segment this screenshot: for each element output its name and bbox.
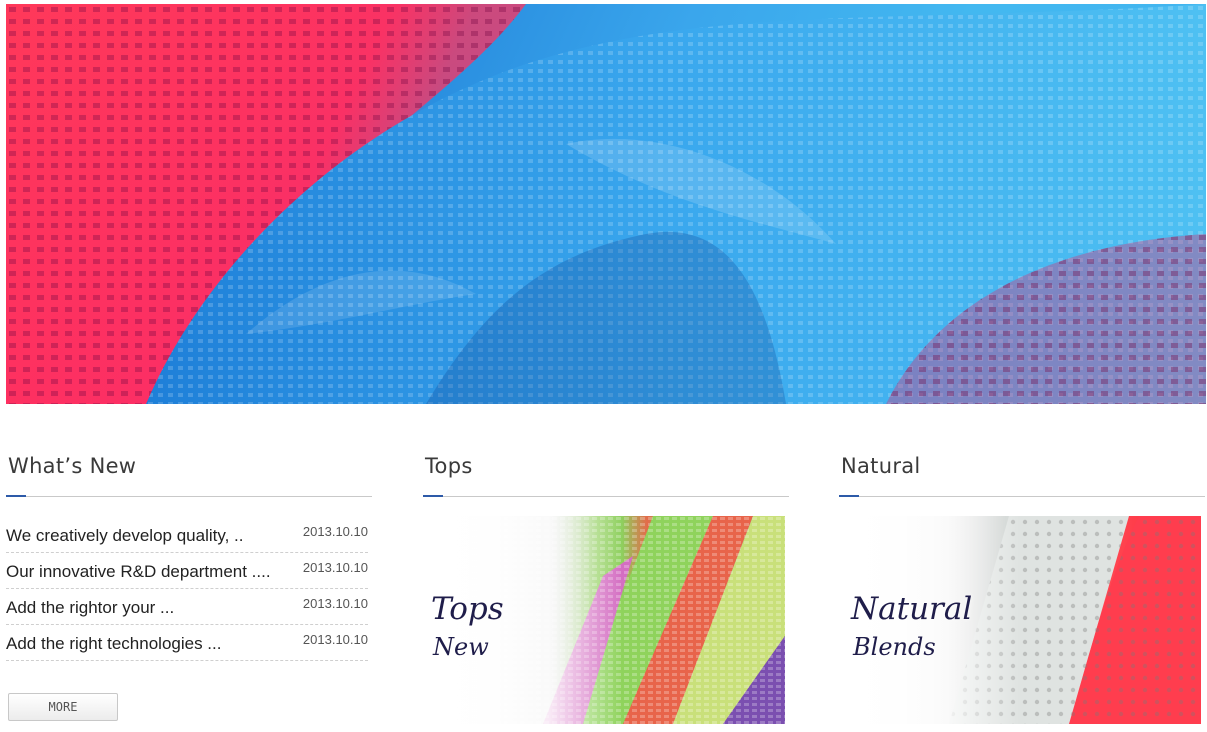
news-date: 2013.10.10 [302,596,368,611]
tops-section: Tops Tops New [423,440,789,724]
news-title[interactable]: Add the right technologies ... [6,634,221,654]
caption-line-1: Tops [431,591,504,627]
lace-fabric-image [6,4,1206,404]
news-date: 2013.10.10 [302,632,368,647]
caption-line-2: New [433,633,489,661]
news-title[interactable]: Our innovative R&D department .... [6,562,271,582]
more-button[interactable]: MORE [8,693,118,721]
title-accent-bar [6,495,26,497]
tops-feature-image[interactable]: Tops New [423,516,785,724]
section-title: Tops [425,454,473,478]
news-item[interactable]: Add the right technologies ... 2013.10.1… [6,625,368,661]
title-accent-bar [839,495,859,497]
feature-caption: Natural Blends [851,591,973,661]
title-accent-bar [423,495,443,497]
news-date: 2013.10.10 [302,524,368,539]
section-header: What’s New [6,440,372,497]
whats-new-section: What’s New We creatively develop quality… [6,440,372,721]
page: What’s New We creatively develop quality… [0,0,1207,732]
news-item[interactable]: Add the rightor your ... 2013.10.10 [6,589,368,625]
section-title: What’s New [8,454,137,478]
news-title[interactable]: We creatively develop quality, .. [6,526,244,546]
natural-feature-image[interactable]: Natural Blends [839,516,1201,724]
section-header: Tops [423,440,789,497]
feature-caption: Tops New [431,591,504,661]
news-date: 2013.10.10 [302,560,368,575]
caption-line-2: Blends [853,633,936,661]
news-list: We creatively develop quality, .. 2013.1… [6,517,368,661]
natural-section: Natural Natural Blends [839,440,1205,724]
hero-banner [6,4,1206,404]
news-title[interactable]: Add the rightor your ... [6,598,174,618]
section-title: Natural [841,454,921,478]
news-item[interactable]: Our innovative R&D department .... 2013.… [6,553,368,589]
caption-line-1: Natural [851,591,973,627]
news-item[interactable]: We creatively develop quality, .. 2013.1… [6,517,368,553]
section-header: Natural [839,440,1205,497]
